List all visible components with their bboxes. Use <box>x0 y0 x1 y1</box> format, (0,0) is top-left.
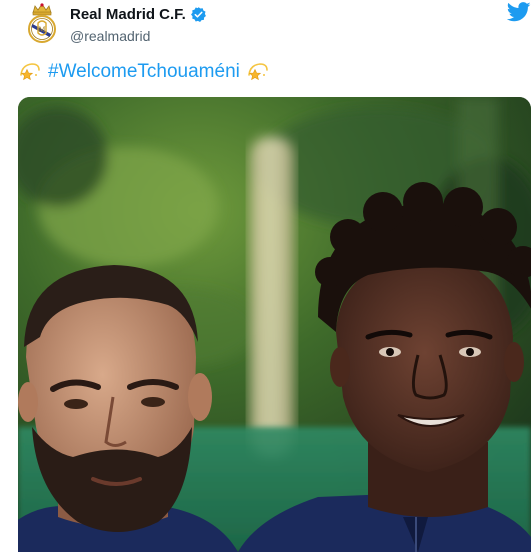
verified-badge-icon <box>190 6 207 23</box>
account-info[interactable]: Real Madrid C.F. @realmadrid <box>70 4 207 44</box>
tweet-text: #WelcomeTchouaméni <box>18 58 270 86</box>
tweet-card: M Real Madrid C.F. @realmadrid #WelcomeT… <box>0 0 531 552</box>
hashtag-link[interactable]: #WelcomeTchouaméni <box>48 61 240 83</box>
tweet-photo[interactable] <box>18 97 531 552</box>
tweet-header: M Real Madrid C.F. @realmadrid <box>20 0 531 50</box>
twitter-bird-icon[interactable] <box>506 2 531 22</box>
account-handle[interactable]: @realmadrid <box>70 28 207 44</box>
dizzy-star-emoji-icon <box>18 60 42 84</box>
svg-text:M: M <box>38 26 45 34</box>
dizzy-star-emoji-icon <box>246 60 270 84</box>
real-madrid-crest-icon[interactable]: M <box>24 2 60 44</box>
display-name[interactable]: Real Madrid C.F. <box>70 6 186 23</box>
display-name-row: Real Madrid C.F. <box>70 4 207 24</box>
